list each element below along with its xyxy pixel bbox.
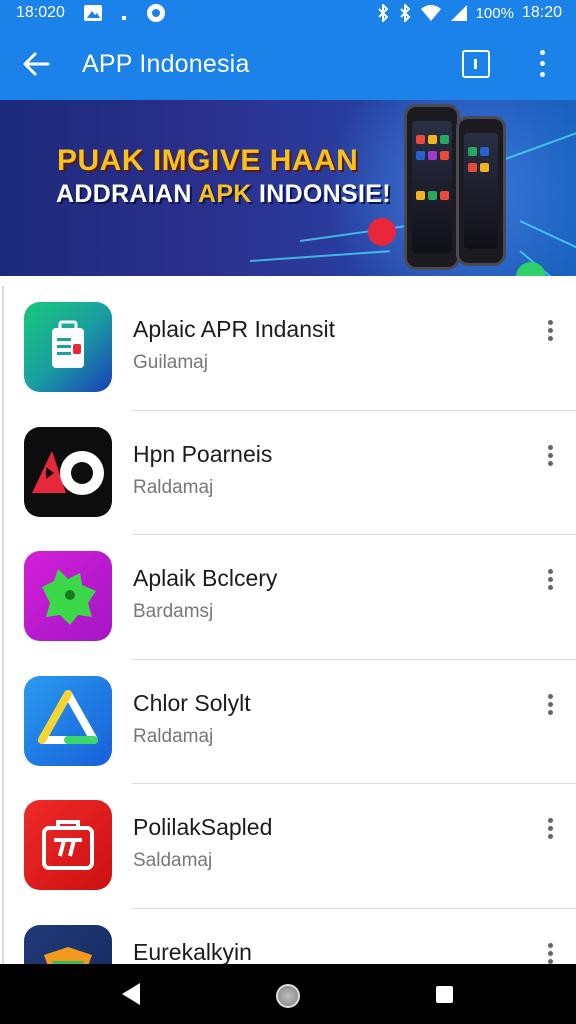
app-list: Aplaic APR Indansit Guilamaj Hpn Poarnei…: [2, 286, 576, 1024]
promo-banner[interactable]: PUAK IMGIVE HAAN ADDRAIAN APK INDONSIE!: [0, 100, 576, 276]
bluetooth-icon: [377, 4, 388, 22]
app-name: Aplaic APR Indansit: [133, 316, 336, 342]
nav-back-icon[interactable]: [122, 983, 140, 1005]
more-vert-icon[interactable]: [540, 692, 562, 718]
banner-headline-2: ADDRAIAN APK INDONSIE!: [56, 180, 391, 208]
page-title: APP Indonesia: [82, 50, 250, 78]
nav-home-icon[interactable]: [276, 984, 300, 1008]
banner-phone-image: [404, 104, 460, 270]
bluetooth-icon-2: [399, 4, 410, 22]
more-vert-icon[interactable]: [540, 443, 562, 469]
status-right: 100% 18:20: [376, 4, 562, 22]
app-bar: APP Indonesia: [0, 28, 576, 100]
more-vert-icon[interactable]: [530, 46, 554, 82]
status-time-right: 18:20: [521, 4, 562, 21]
more-vert-icon[interactable]: [540, 567, 562, 593]
banner-headline-1: PUAK IMGIVE HAAN: [57, 144, 359, 177]
app-name: Aplaik Bclcery: [133, 565, 278, 591]
app-subtitle: Saldamaj: [133, 850, 213, 871]
app-name: Chlor Solylt: [133, 689, 251, 716]
app-subtitle: Raldamaj: [133, 725, 214, 747]
list-item[interactable]: PolilakSapled Saldamaj: [2, 784, 576, 909]
app-name: PolilakSapled: [133, 814, 273, 840]
status-time-left: 18:020: [16, 4, 65, 21]
banner-badge-red-icon: [368, 218, 396, 246]
battery-percent: 100%: [475, 4, 514, 22]
app-subtitle: Guilamaj: [133, 352, 208, 373]
more-vert-icon[interactable]: [540, 816, 562, 842]
more-vert-icon[interactable]: [540, 941, 562, 967]
triangle-app-icon: [24, 675, 112, 766]
system-nav-bar: [0, 964, 576, 1024]
list-item[interactable]: Chlor Solylt Raldamaj: [2, 660, 576, 784]
red-bag-app-icon: [24, 800, 112, 890]
nav-recents-icon[interactable]: [436, 986, 453, 1003]
banner-phone-image-2: [456, 116, 506, 266]
more-vert-icon[interactable]: [540, 318, 562, 344]
wifi-icon: [420, 5, 441, 21]
app-subtitle: Raldamaj: [133, 476, 214, 498]
list-item[interactable]: Hpn Poarneis Raldamaj: [2, 411, 576, 535]
app-name: Hpn Poarneis: [133, 440, 273, 467]
top-bar: 18:020 100% 18:20 APP Indonesia: [0, 0, 576, 100]
green-monster-app-icon: [24, 551, 112, 641]
status-bar: 18:020 100% 18:20: [0, 0, 576, 28]
briefcase-app-icon: [24, 302, 112, 392]
list-item[interactable]: Aplaik Bclcery Bardamsj: [2, 535, 576, 660]
notification-dot-icon: [122, 16, 126, 20]
red-play-app-icon: [24, 426, 112, 517]
info-square-icon[interactable]: [462, 50, 490, 78]
signal-icon: [450, 5, 467, 21]
app-subtitle: Bardamsj: [133, 601, 214, 622]
app-name: Eurekalkyin: [133, 938, 252, 965]
notification-image-icon: [84, 5, 102, 21]
notification-circle-icon: [147, 4, 165, 22]
list-item[interactable]: Aplaic APR Indansit Guilamaj: [2, 286, 576, 411]
arrow-left-icon[interactable]: [18, 46, 54, 82]
